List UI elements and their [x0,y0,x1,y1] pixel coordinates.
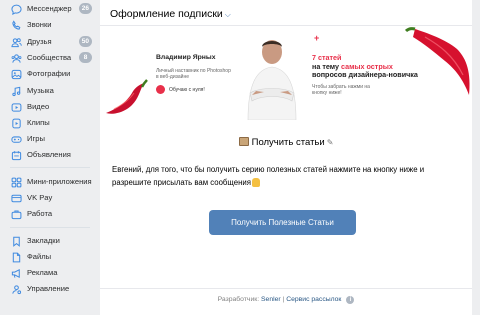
clips-icon [10,117,22,129]
service-link[interactable]: Сервис рассылок [286,296,341,303]
sidebar-item-messenger[interactable]: Мессенджер 26 [0,1,96,17]
page-title[interactable]: Оформление подписки ⌵ [110,8,231,20]
sidebar-item-bookmarks[interactable]: Закладки [0,233,96,249]
sidebar-divider [10,227,90,228]
sidebar-item-manage[interactable]: Управление [0,281,96,297]
megaphone-icon [10,267,22,279]
sidebar-divider [10,167,90,168]
author-name: Владимир Ярных [156,54,216,61]
work-icon [10,208,22,220]
chili-pepper-image [106,79,148,114]
sidebar-item-games[interactable]: Игры [0,131,96,147]
sidebar-item-video[interactable]: Видео [0,99,96,115]
sidebar-item-mini-apps[interactable]: Мини-приложения [0,174,96,190]
phone-icon [10,19,22,31]
sidebar-item-files[interactable]: Файлы [0,249,96,265]
communities-count-badge: 8 [79,52,92,63]
left-sidebar: Мессенджер 26 Звонки Друзья 50 Сообществ… [0,0,100,315]
chat-bubble-icon [10,3,22,15]
sidebar-item-communities[interactable]: Сообщества 8 [0,50,96,66]
sidebar-item-friends[interactable]: Друзья 50 [0,34,96,50]
friends-count-badge: 50 [78,36,92,47]
file-icon [10,251,22,263]
ads-icon [10,149,22,161]
content-title: Получить статьи ✎ [100,137,472,148]
book-icon [238,137,249,146]
games-icon [10,133,22,145]
record-dot-icon [156,85,165,94]
sidebar-item-ads[interactable]: Объявления [0,147,96,163]
music-icon [10,85,22,97]
footer-divider [100,288,472,289]
get-articles-button[interactable]: Получить Полезные Статьи [209,210,356,235]
sidebar-item-calls[interactable]: Звонки [0,17,96,33]
sidebar-item-photos[interactable]: Фотографии [0,66,96,82]
footer: Разработчик: Senler | Сервис рассылок i [100,296,472,304]
promo-banner: Владимир Ярных Личный наставник по Photo… [100,27,472,120]
card-header: Оформление подписки ⌵ [100,0,472,26]
author-photo [247,40,297,120]
photo-icon [10,68,22,80]
content-message: Евгений, для того, что бы получить серию… [112,165,425,187]
sidebar-item-music[interactable]: Музыка [0,83,96,99]
chevron-down-icon: ⌵ [224,10,231,19]
plus-icon: + [314,33,320,43]
unread-count-badge: 26 [78,3,92,14]
sidebar-item-advertising[interactable]: Реклама [0,265,96,281]
sidebar-item-work[interactable]: Работа [0,206,96,222]
info-icon[interactable]: i [346,296,355,304]
bookmark-icon [10,235,22,247]
developer-link[interactable]: Senler [261,296,281,303]
friends-icon [10,36,22,48]
video-icon [10,101,22,113]
banner-headline: 7 статей на тему самых острых вопросов д… [312,53,418,80]
right-gutter [472,0,480,315]
learn-chip: Обучаю с нуля! [156,85,205,94]
sidebar-item-clips[interactable]: Клипы [0,115,96,131]
author-subtitle: Личный наставник по Photoshop в веб-диза… [156,68,231,81]
manage-icon [10,283,22,295]
vk-pay-icon [10,192,22,204]
sidebar-item-vk-pay[interactable]: VK Pay [0,190,96,206]
mini-apps-icon [10,176,22,188]
communities-icon [10,52,22,64]
subscription-card: Оформление подписки ⌵ Владимир Ярных Личн… [100,0,472,315]
pointing-hand-icon [251,178,260,187]
banner-tagline: Чтобы забрать нажми на кнопку ниже! [312,84,370,97]
pencil-icon: ✎ [326,138,334,147]
